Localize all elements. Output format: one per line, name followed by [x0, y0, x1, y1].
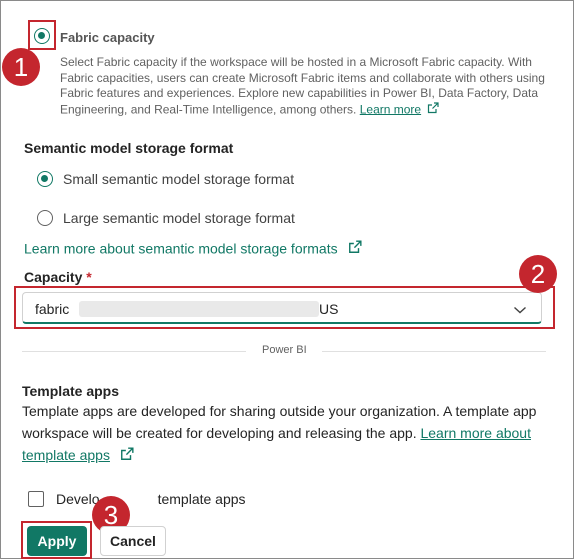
external-link-icon	[427, 101, 439, 119]
divider-label: Power BI	[262, 344, 307, 356]
required-marker: *	[86, 269, 92, 285]
description-text: Engineering, and Real-Time Intelligence,…	[60, 101, 357, 116]
template-apps-title: Template apps	[22, 383, 119, 399]
description-line: Engineering, and Real-Time Intelligence,…	[60, 101, 560, 119]
fabric-capacity-radio[interactable]	[34, 28, 50, 44]
storage-learn-more-link[interactable]: Learn more about semantic model storage …	[24, 241, 338, 257]
description-line: Fabric features and experiences. Explore…	[60, 86, 539, 100]
cancel-button[interactable]: Cancel	[100, 526, 166, 556]
capacity-value-prefix: fabric	[35, 301, 70, 317]
large-storage-label: Large semantic model storage format	[63, 210, 295, 226]
step-1-badge: 1	[2, 48, 40, 86]
template-apps-description: Template apps are developed for sharing …	[22, 400, 562, 467]
description-line: workspace will be created for developing…	[22, 422, 562, 444]
develop-template-apps-label: Develo template apps	[56, 488, 246, 510]
develop-template-apps-checkbox[interactable]	[28, 491, 44, 507]
template-apps-learn-more-link-cont[interactable]: template apps	[22, 447, 110, 463]
small-storage-radio[interactable]	[37, 171, 53, 187]
description-text: workspace will be created for developing…	[22, 425, 417, 441]
chevron-down-icon	[513, 302, 527, 320]
apply-button[interactable]: Apply	[27, 526, 87, 556]
external-link-icon	[120, 445, 134, 467]
description-line: Select Fabric capacity if the workspace …	[60, 55, 532, 69]
storage-learn-more-row: Learn more about semantic model storage …	[24, 240, 362, 259]
template-apps-learn-more-link[interactable]: Learn more about	[420, 425, 531, 441]
checkbox-label-text: template apps	[157, 491, 246, 507]
fabric-learn-more-link[interactable]: Learn more	[360, 102, 421, 116]
fabric-capacity-title: Fabric capacity	[60, 30, 155, 45]
description-line: Template apps are developed for sharing …	[22, 403, 537, 419]
capacity-value-suffix: US	[319, 301, 339, 317]
divider-right	[322, 351, 546, 352]
checkbox-label-text: Develo	[56, 491, 100, 507]
fabric-capacity-description: Select Fabric capacity if the workspace …	[60, 55, 560, 118]
storage-format-title: Semantic model storage format	[24, 140, 234, 156]
capacity-dropdown[interactable]: fabric US	[22, 292, 542, 324]
description-line: Fabric capacities, users can create Micr…	[60, 70, 545, 85]
step-2-badge: 2	[519, 255, 557, 293]
redacted-value	[79, 301, 319, 317]
capacity-label-text: Capacity	[24, 269, 83, 285]
divider-left	[22, 351, 246, 352]
capacity-label: Capacity *	[24, 269, 92, 285]
external-link-icon	[348, 240, 362, 259]
small-storage-label: Small semantic model storage format	[63, 171, 295, 187]
large-storage-radio[interactable]	[37, 210, 53, 226]
description-line: template apps	[22, 444, 562, 467]
